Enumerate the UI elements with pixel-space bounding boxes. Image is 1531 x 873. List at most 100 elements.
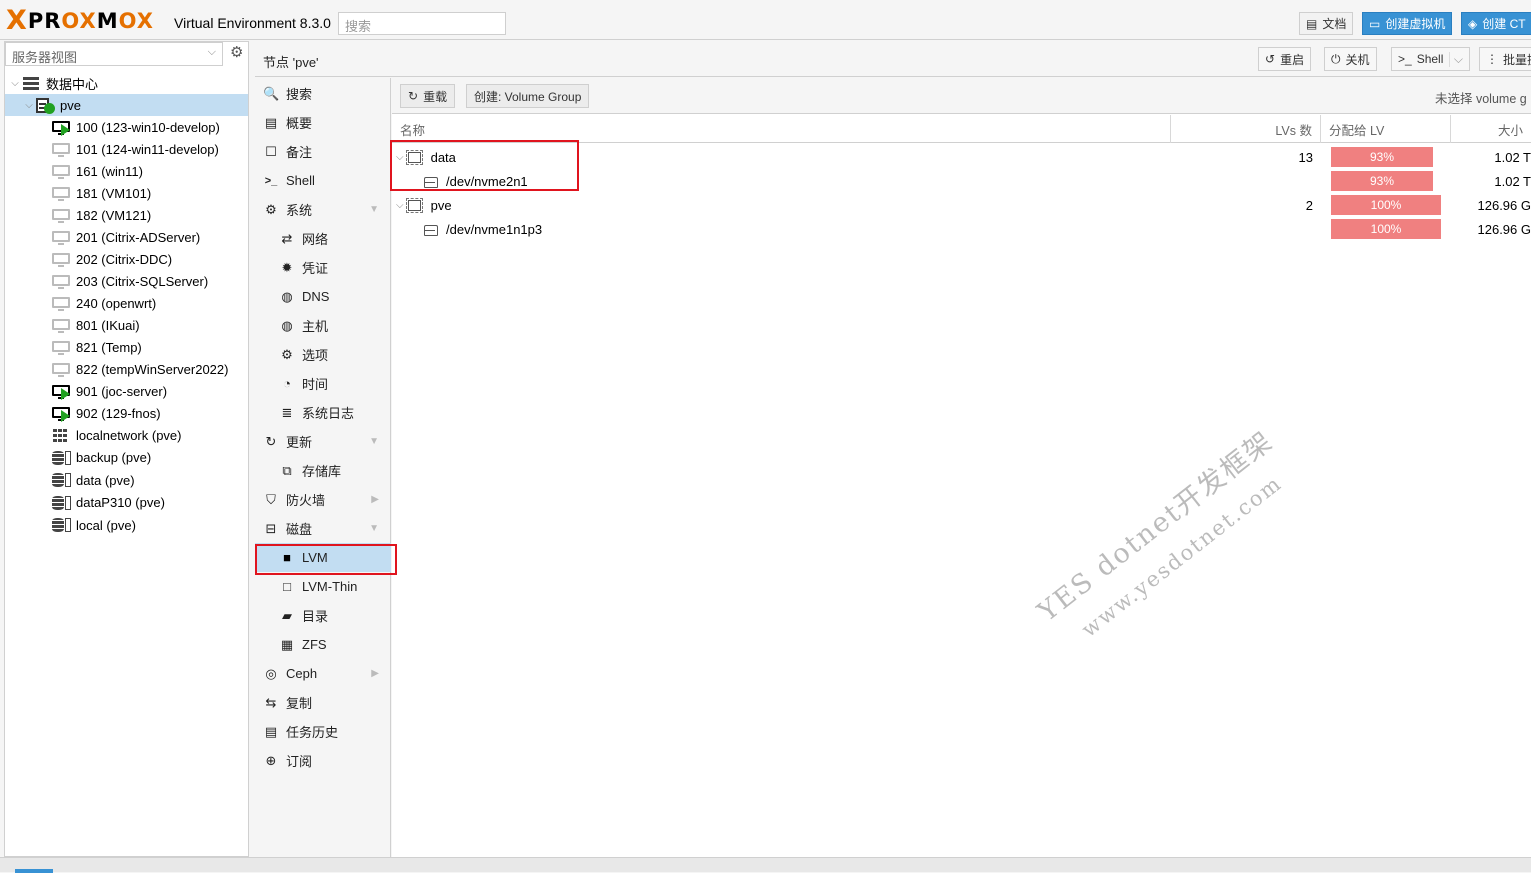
bulk-actions-button[interactable]: ⋮ 批量操 <box>1479 47 1531 71</box>
tree-item-label: 902 (129-fnos) <box>76 405 161 421</box>
volume-group-row[interactable]: ⌵ pve 2 100% 126.96 G <box>392 193 1531 217</box>
column-header-size[interactable]: 大小 <box>1451 115 1531 143</box>
log-panel-splitter[interactable] <box>0 857 1531 873</box>
create-vm-button[interactable]: ▭ 创建虚拟机 <box>1362 12 1453 35</box>
network-icon <box>51 427 71 443</box>
tree-item[interactable]: backup (pve) <box>5 447 248 469</box>
vm-stopped-icon <box>51 207 71 223</box>
expand-toggle-icon[interactable]: ⌵ <box>396 152 404 163</box>
physical-volume-row[interactable]: /dev/nvme1n1p3 100% 126.96 G <box>392 217 1531 241</box>
reload-button[interactable]: ↻ 重载 <box>400 84 456 108</box>
search-input[interactable]: 搜索 <box>338 12 506 35</box>
node-nav-menu: 🔍 搜索 ▤ 概要 ☐ 备注 >_ Shell ⚙ 系统 ▼ ⇄ 网络 ✹ 凭证 ◍ DNS ◍ 主机 ⚙ 选项 ◔ 时间 ≣… <box>255 78 391 857</box>
column-header-name[interactable]: 名称 <box>392 115 1171 143</box>
tree-item[interactable]: 801 (IKuai) <box>5 314 248 336</box>
nav-item[interactable]: ▤ 任务历史 <box>255 717 391 746</box>
nav-item[interactable]: ◍ 主机 <box>255 311 391 340</box>
nav-item-label: Ceph <box>286 666 318 681</box>
tree-item[interactable]: 181 (VM101) <box>5 182 248 204</box>
docs-button[interactable]: ▤ 文档 <box>1299 12 1354 35</box>
nav-item[interactable]: ▤ 概要 <box>255 108 391 137</box>
nav-item[interactable]: ■ LVM <box>255 543 391 572</box>
nav-item-label: 系统日志 <box>302 406 355 421</box>
view-selector[interactable]: 服务器视图 ⌵ <box>5 42 223 66</box>
name-label: /dev/nvme2n1 <box>446 173 528 189</box>
nav-item-label: 订阅 <box>286 754 313 769</box>
volume-group-row[interactable]: ⌵ data 13 93% 1.02 T <box>392 145 1531 169</box>
tree-item[interactable]: 202 (Citrix-DDC) <box>5 248 248 270</box>
nav-item-label: ZFS <box>302 637 327 652</box>
nav-item[interactable]: ✹ 凭证 <box>255 253 391 282</box>
name-cell: /dev/nvme2n1 <box>424 169 528 193</box>
nav-item[interactable]: ▰ 目录 <box>255 601 391 630</box>
nav-item[interactable]: ⛉ 防火墙 ▶ <box>255 485 391 514</box>
column-header-lvs[interactable]: LVs 数 <box>1171 115 1321 143</box>
tree-item-label: 202 (Citrix-DDC) <box>76 251 173 267</box>
nav-item[interactable]: ⇄ 网络 <box>255 224 391 253</box>
tree-item[interactable]: 240 (openwrt) <box>5 292 248 314</box>
create-ct-button[interactable]: ◈ 创建 CT <box>1461 12 1531 35</box>
tree-item[interactable]: 101 (124-win11-develop) <box>5 138 248 160</box>
reboot-button[interactable]: ↺ 重启 <box>1258 47 1312 71</box>
storage-icon <box>51 517 71 533</box>
chevron-right-icon[interactable]: ▶ <box>371 668 379 679</box>
tree-item[interactable]: 100 (123-win10-develop) <box>5 116 248 138</box>
shield-icon: ⛉ <box>266 491 276 507</box>
nav-item[interactable]: 🔍 搜索 <box>255 79 391 108</box>
logo-x-mark: X <box>6 5 27 36</box>
tree-item[interactable]: 901 (joc-server) <box>5 380 248 402</box>
usage-bar: 100% <box>1331 195 1441 215</box>
tree-item[interactable]: 203 (Citrix-SQLServer) <box>5 270 248 292</box>
vm-stopped-icon <box>51 163 71 179</box>
nav-item[interactable]: ⊟ 磁盘 ▼ <box>255 514 391 543</box>
chevron-down-icon[interactable]: ⌵ <box>1448 51 1463 67</box>
nav-item[interactable]: ⧉ 存储库 <box>255 456 391 485</box>
nav-item[interactable]: ⚙ 系统 ▼ <box>255 195 391 224</box>
lvs-count: 13 <box>1298 149 1313 165</box>
shell-button[interactable]: >_ Shell ⌵ <box>1391 47 1470 71</box>
tree-item[interactable]: data (pve) <box>5 469 248 491</box>
gear-icon[interactable]: ⚙ <box>230 45 246 61</box>
tree-item[interactable]: 182 (VM121) <box>5 204 248 226</box>
lvs-count <box>1171 169 1313 193</box>
nav-item[interactable]: ⇆ 复制 <box>255 688 391 717</box>
tree-item[interactable]: 201 (Citrix-ADServer) <box>5 226 248 248</box>
nav-item[interactable]: ▦ ZFS <box>255 630 391 659</box>
tree-item[interactable]: 822 (tempWinServer2022) <box>5 358 248 380</box>
tree-item-node[interactable]: ⌵ pve <box>5 94 248 116</box>
chevron-down-icon[interactable]: ▼ <box>369 436 379 447</box>
nav-item[interactable]: ◔ 时间 <box>255 369 391 398</box>
shutdown-button[interactable]: ⏻ 关机 <box>1324 47 1377 71</box>
tree-item[interactable]: 821 (Temp) <box>5 336 248 358</box>
create-volume-group-button[interactable]: 创建: Volume Group <box>466 84 590 108</box>
chevron-right-icon[interactable]: ▶ <box>371 494 379 505</box>
nav-item-label: 备注 <box>286 145 313 160</box>
expand-toggle-icon[interactable]: ⌵ <box>23 100 35 111</box>
nav-item[interactable]: ↻ 更新 ▼ <box>255 427 391 456</box>
nav-item[interactable]: □ LVM-Thin <box>255 572 391 601</box>
tree-item-datacenter[interactable]: ⌵ 数据中心 <box>5 72 248 94</box>
tree-item[interactable]: localnetwork (pve) <box>5 424 248 446</box>
chevron-down-icon[interactable]: ▼ <box>369 204 379 215</box>
tree-item[interactable]: 902 (129-fnos) <box>5 402 248 424</box>
nav-item[interactable]: >_ Shell <box>255 166 391 195</box>
folder-icon: ▰ <box>282 607 292 623</box>
physical-volume-row[interactable]: /dev/nvme2n1 93% 1.02 T <box>392 169 1531 193</box>
th-large-icon: ▦ <box>280 636 294 652</box>
tree-item[interactable]: local (pve) <box>5 514 248 536</box>
tree-item[interactable]: 161 (win11) <box>5 160 248 182</box>
nav-item[interactable]: ☐ 备注 <box>255 137 391 166</box>
expand-toggle-icon[interactable]: ⌵ <box>396 200 404 211</box>
tree-item[interactable]: dataP310 (pve) <box>5 492 248 514</box>
expand-toggle-icon[interactable]: ⌵ <box>9 78 21 89</box>
nav-item[interactable]: ◎ Ceph ▶ <box>255 659 391 688</box>
tree-item-label: backup (pve) <box>76 450 152 466</box>
chevron-down-icon[interactable]: ▼ <box>369 523 379 534</box>
nav-item[interactable]: ◍ DNS <box>255 282 391 311</box>
column-header-allocated[interactable]: 分配给 LV <box>1321 115 1451 143</box>
nav-item[interactable]: ⊕ 订阅 <box>255 746 391 775</box>
list-alt-icon: ▤ <box>264 723 278 739</box>
nav-item[interactable]: ⚙ 选项 <box>255 340 391 369</box>
proxmox-logo[interactable]: X PROXMOX <box>6 5 154 36</box>
nav-item[interactable]: ≣ 系统日志 <box>255 398 391 427</box>
